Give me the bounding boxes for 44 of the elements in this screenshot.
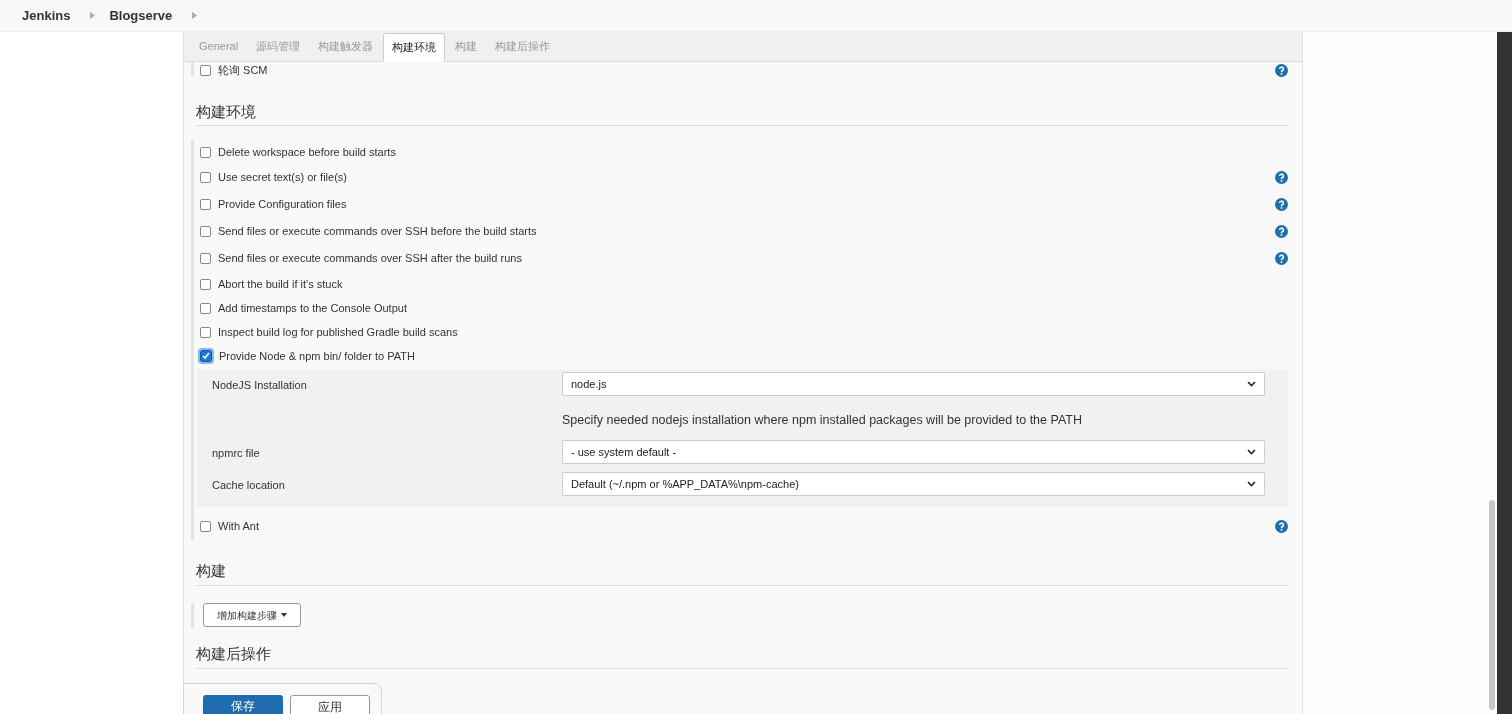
option-label: 轮询 SCM	[218, 62, 269, 78]
option-label: Delete workspace before build starts	[218, 144, 397, 160]
checkbox[interactable]	[200, 172, 211, 183]
add-step-button[interactable]: 增加构建步骤	[203, 603, 301, 628]
option-label: With Ant	[218, 519, 260, 534]
caret-icon	[1247, 448, 1256, 455]
section-heading: 构建	[196, 561, 226, 582]
chevron-icon	[90, 12, 96, 19]
option-label: Use secret text(s) or file(s)	[218, 170, 348, 186]
option-label: Provide Configuration files	[218, 197, 348, 213]
option-label: Send files or execute commands over SSH before the build starts	[218, 224, 538, 240]
chevron-icon	[192, 12, 198, 19]
checkbox[interactable]	[200, 278, 211, 290]
caret-icon	[1247, 480, 1256, 487]
option-label: Provide Node & npm bin/ folder to PATH	[219, 348, 416, 364]
breadcrumb-link[interactable]: Jenkins	[22, 5, 71, 26]
checkbox[interactable]	[200, 520, 211, 532]
option-label: Inspect build log for published Gradle build scans	[218, 324, 459, 340]
checkbox[interactable]	[200, 64, 211, 76]
option-label: Add timestamps to the Console Output	[218, 300, 408, 316]
caret-icon	[1247, 381, 1256, 387]
apply-button[interactable]: 应用	[290, 695, 370, 714]
dropdown[interactable]: Default (~/.npm or %APP_DATA%\npm-cache)	[562, 471, 1265, 496]
field-label: npmrc file	[212, 445, 261, 461]
checkbox[interactable]	[200, 253, 211, 264]
dropdown[interactable]: node.js	[562, 372, 1265, 396]
section-heading: 构建后操作	[196, 644, 271, 665]
caret-icon	[281, 613, 287, 618]
tab[interactable]: 构建环境	[383, 33, 446, 62]
field-label: NodeJS Installation	[212, 378, 308, 393]
checkbox[interactable]	[200, 302, 211, 314]
option-label: Abort the build if it's stuck	[218, 276, 344, 292]
checkbox[interactable]	[200, 226, 211, 237]
checkbox[interactable]	[200, 350, 212, 362]
checkbox[interactable]	[200, 199, 211, 210]
save-button[interactable]: 保存	[203, 695, 283, 714]
section-heading: 构建环境	[196, 101, 256, 122]
field-label: Cache location	[212, 477, 286, 493]
field-description: Specify needed nodejs installation where npm installed packages will be provided to the PATH	[562, 412, 1083, 429]
checkbox[interactable]	[200, 146, 211, 158]
breadcrumb-link[interactable]: Blogserve	[109, 5, 173, 26]
option-label: Send files or execute commands over SSH after the build runs	[218, 251, 523, 267]
dropdown[interactable]: - use system default -	[562, 439, 1265, 464]
checkbox[interactable]	[200, 326, 211, 338]
